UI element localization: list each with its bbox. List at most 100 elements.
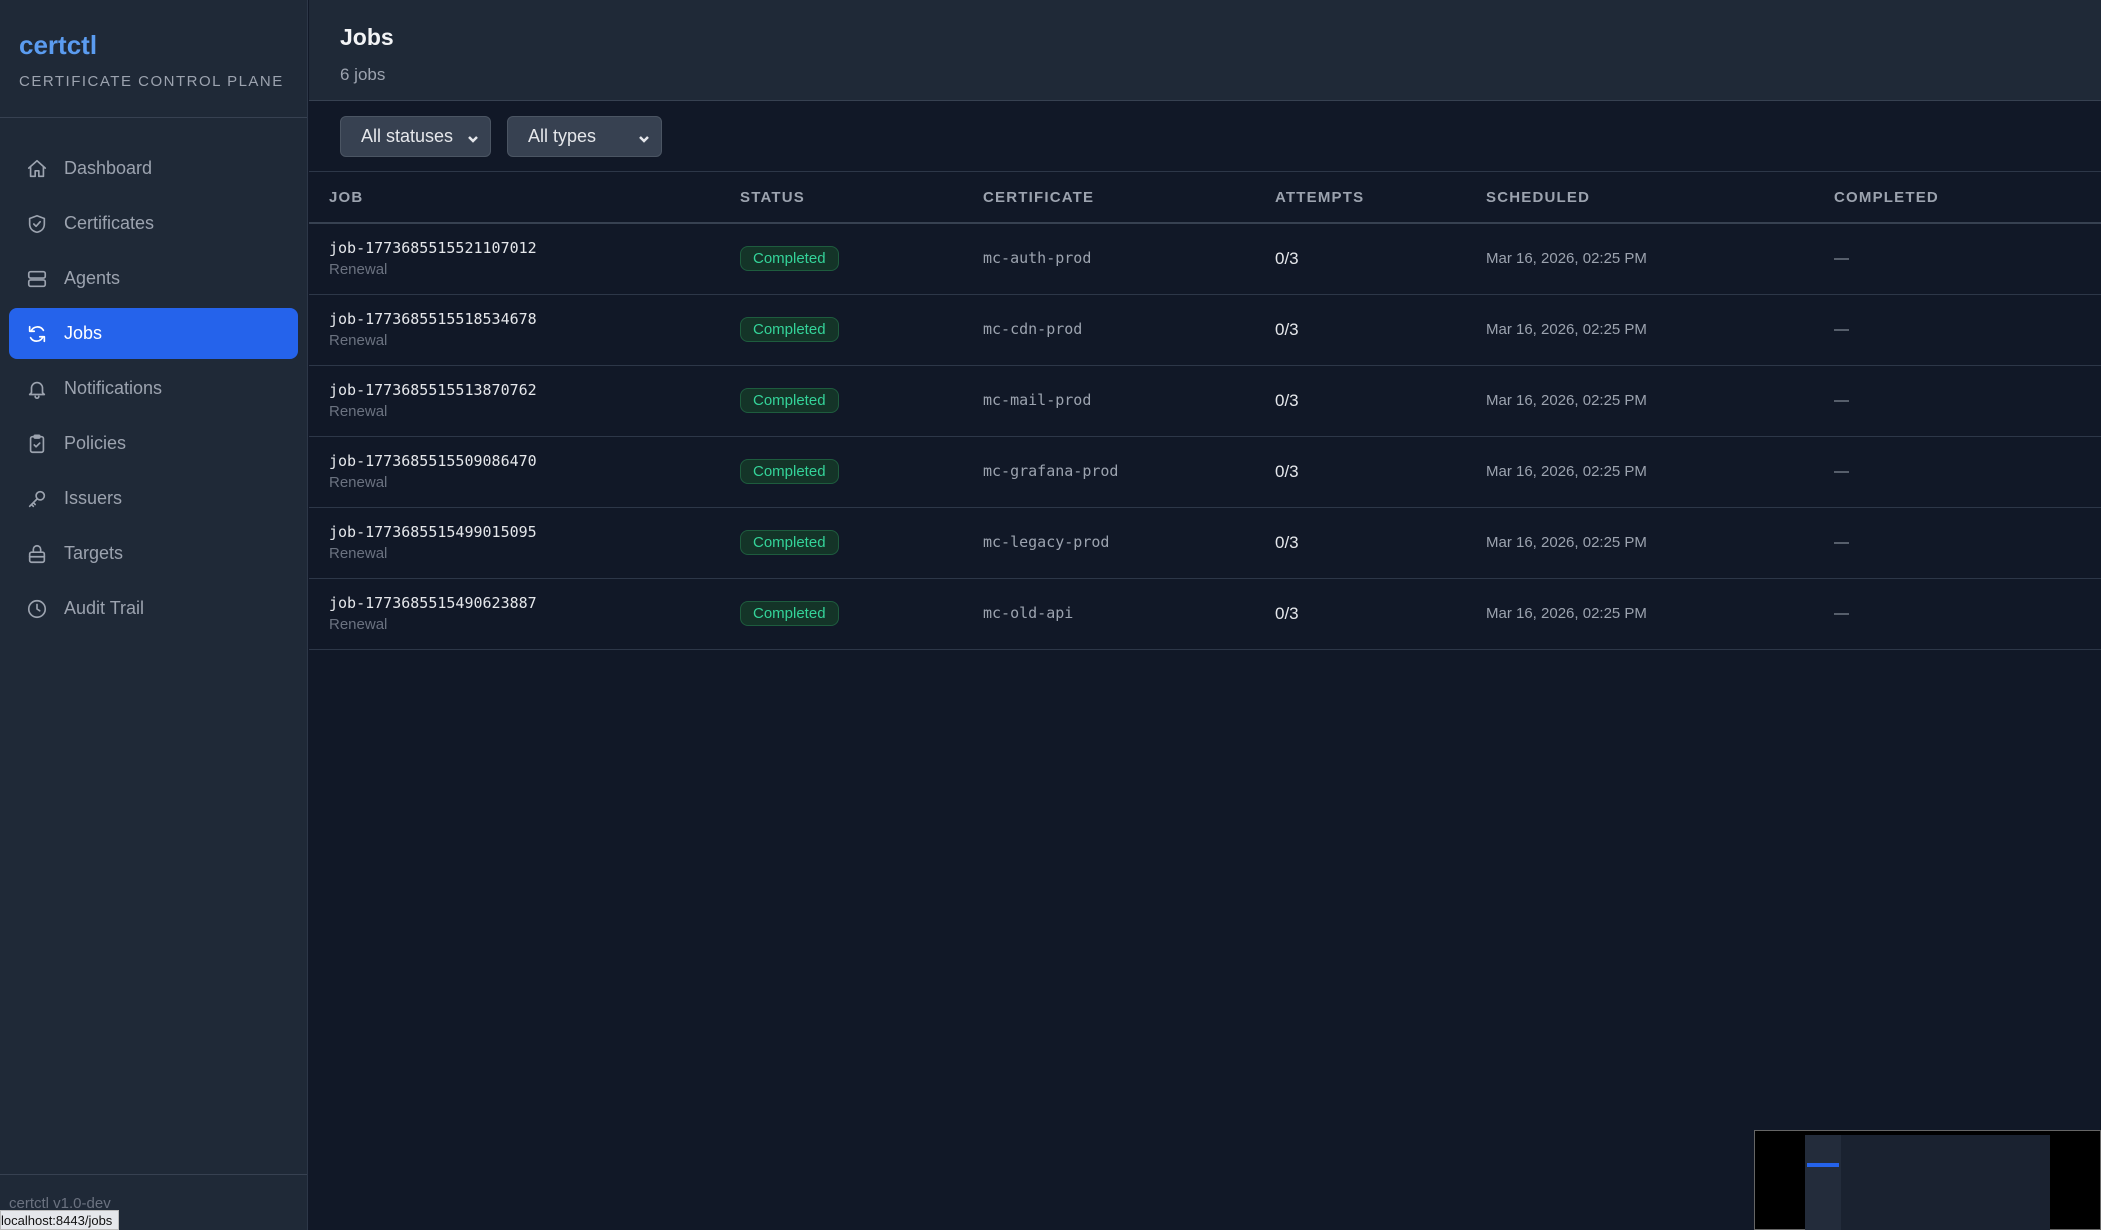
scheduled-time: Mar 16, 2026, 02:25 PM [1486, 249, 1647, 267]
certificate-cell: mc-mail-prod [983, 365, 1275, 437]
scheduled-cell: Mar 16, 2026, 02:25 PM [1486, 578, 1834, 650]
attempts-value: 0/3 [1275, 461, 1299, 481]
home-icon [25, 157, 49, 181]
column-header-attempts[interactable]: ATTEMPTS [1275, 172, 1486, 224]
job-cell: job-1773685515518534678 Renewal [309, 294, 740, 366]
attempts-cell: 0/3 [1275, 578, 1486, 650]
status-badge: Completed [740, 317, 839, 342]
job-id[interactable]: job-1773685515509086470 [329, 452, 740, 470]
scheduled-time: Mar 16, 2026, 02:25 PM [1486, 391, 1647, 409]
table-row[interactable]: job-1773685515499015095 Renewal Complete… [309, 507, 2101, 579]
status-badge: Completed [740, 601, 839, 626]
certificate-name: mc-mail-prod [983, 391, 1092, 409]
completed-cell: — [1834, 507, 2101, 579]
shield-check-icon [25, 212, 49, 236]
sidebar-item-label: Targets [64, 543, 124, 563]
certificate-cell: mc-auth-prod [983, 223, 1275, 295]
column-header-job[interactable]: JOB [309, 172, 740, 224]
sidebar-item-label: Issuers [64, 488, 123, 508]
attempts-value: 0/3 [1275, 248, 1299, 268]
attempts-value: 0/3 [1275, 532, 1299, 552]
sidebar-item-issuers[interactable]: Issuers [9, 473, 298, 524]
scheduled-time: Mar 16, 2026, 02:25 PM [1486, 604, 1647, 622]
status-cell: Completed [740, 365, 983, 437]
table-header-row: JOB STATUS CERTIFICATE ATTEMPTS SCHEDULE… [309, 172, 2101, 224]
attempts-cell: 0/3 [1275, 365, 1486, 437]
job-cell: job-1773685515490623887 Renewal [309, 578, 740, 650]
job-type: Renewal [329, 332, 388, 349]
status-cell: Completed [740, 223, 983, 295]
sidebar-item-notifications[interactable]: Notifications [9, 363, 298, 414]
completed-cell: — [1834, 365, 2101, 437]
job-id[interactable]: job-1773685515513870762 [329, 381, 740, 399]
status-badge: Completed [740, 459, 839, 484]
sidebar-item-certificates[interactable]: Certificates [9, 198, 298, 249]
job-id[interactable]: job-1773685515521107012 [329, 239, 740, 257]
column-header-certificate[interactable]: CERTIFICATE [983, 172, 1275, 224]
clock-icon [25, 597, 49, 621]
type-filter-value: All types [528, 126, 597, 146]
job-id[interactable]: job-1773685515499015095 [329, 523, 740, 541]
scheduled-cell: Mar 16, 2026, 02:25 PM [1486, 365, 1834, 437]
table-row[interactable]: job-1773685515490623887 Renewal Complete… [309, 578, 2101, 650]
job-cell: job-1773685515499015095 Renewal [309, 507, 740, 579]
scheduled-time: Mar 16, 2026, 02:25 PM [1486, 462, 1647, 480]
table-row[interactable]: job-1773685515518534678 Renewal Complete… [309, 294, 2101, 366]
scheduled-cell: Mar 16, 2026, 02:25 PM [1486, 507, 1834, 579]
sidebar-item-audit-trail[interactable]: Audit Trail [9, 583, 298, 634]
job-type: Renewal [329, 545, 388, 562]
column-header-status[interactable]: STATUS [740, 172, 983, 224]
table-row[interactable]: job-1773685515513870762 Renewal Complete… [309, 365, 2101, 437]
scheduled-cell: Mar 16, 2026, 02:25 PM [1486, 294, 1834, 366]
completed-time: — [1834, 462, 1849, 480]
certificate-cell: mc-legacy-prod [983, 507, 1275, 579]
page-header: Jobs 6 jobs [309, 0, 2101, 101]
thumbnail-preview [1805, 1135, 2050, 1230]
refresh-icon [25, 322, 49, 346]
sidebar-item-jobs[interactable]: Jobs [9, 308, 298, 359]
attempts-cell: 0/3 [1275, 436, 1486, 508]
completed-cell: — [1834, 223, 2101, 295]
type-filter-select[interactable]: All types [507, 116, 662, 157]
lock-icon [25, 542, 49, 566]
certificate-cell: mc-old-api [983, 578, 1275, 650]
attempts-value: 0/3 [1275, 603, 1299, 623]
column-header-scheduled[interactable]: SCHEDULED [1486, 172, 1834, 224]
screen-thumbnail [1754, 1130, 2101, 1230]
certificate-name: mc-auth-prod [983, 249, 1092, 268]
filter-bar: All statuses All types [309, 101, 2101, 172]
completed-cell: — [1834, 436, 2101, 508]
sidebar-item-label: Policies [64, 433, 127, 453]
status-filter-value: All statuses [361, 126, 454, 146]
bell-icon [25, 377, 49, 401]
completed-cell: — [1834, 294, 2101, 366]
table-row[interactable]: job-1773685515521107012 Renewal Complete… [309, 223, 2101, 295]
certificate-name: mc-legacy-prod [983, 533, 1110, 551]
table-row[interactable]: job-1773685515509086470 Renewal Complete… [309, 436, 2101, 508]
attempts-value: 0/3 [1275, 319, 1299, 339]
thumbnail-highlight [1807, 1163, 1839, 1167]
status-cell: Completed [740, 436, 983, 508]
certificate-name: mc-old-api [983, 604, 1074, 622]
sidebar-item-dashboard[interactable]: Dashboard [9, 143, 298, 194]
status-cell: Completed [740, 507, 983, 579]
certificate-cell: mc-cdn-prod [983, 294, 1275, 366]
job-id[interactable]: job-1773685515490623887 [329, 594, 740, 612]
sidebar-item-label: Jobs [64, 323, 103, 343]
job-type: Renewal [329, 403, 388, 420]
sidebar-item-targets[interactable]: Targets [9, 528, 298, 579]
page-title: Jobs [340, 24, 394, 50]
status-filter-select[interactable]: All statuses [340, 116, 491, 157]
server-icon [25, 267, 49, 291]
chevron-down-icon [637, 130, 651, 144]
attempts-cell: 0/3 [1275, 294, 1486, 366]
sidebar: certctl CERTIFICATE CONTROL PLANE Dashbo… [0, 0, 308, 1230]
column-header-completed[interactable]: COMPLETED [1834, 172, 2101, 224]
job-id[interactable]: job-1773685515518534678 [329, 310, 740, 328]
sidebar-item-policies[interactable]: Policies [9, 418, 298, 469]
completed-cell: — [1834, 578, 2101, 650]
sidebar-item-agents[interactable]: Agents [9, 253, 298, 304]
job-count: 6 jobs [340, 65, 386, 84]
brand-name[interactable]: certctl [19, 30, 288, 61]
sidebar-item-label: Dashboard [64, 158, 153, 178]
